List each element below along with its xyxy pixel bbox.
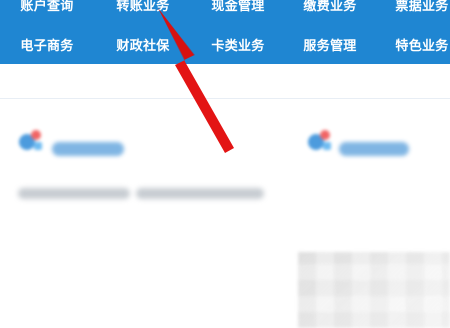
red-arrow-pointer-icon bbox=[158, 8, 234, 153]
nav-item-bill-service[interactable]: 票据业务 bbox=[383, 0, 450, 32]
page: 账户查询 转账业务 现金管理 缴费业务 票据业务 电子商务 财政社保 卡类业务 … bbox=[0, 0, 450, 328]
service-card-icon-right[interactable] bbox=[305, 125, 335, 157]
service-card-icon-left[interactable] bbox=[16, 125, 46, 157]
nav-item-account-query[interactable]: 账户查询 bbox=[8, 0, 86, 32]
blurred-service-label-right[interactable] bbox=[339, 142, 409, 156]
pixelated-image-region bbox=[298, 252, 450, 328]
blurred-service-label-left[interactable] bbox=[52, 142, 124, 156]
blurred-description-part-1 bbox=[18, 188, 130, 199]
nav-item-payment-service[interactable]: 缴费业务 bbox=[291, 0, 369, 32]
blurred-description-part-2 bbox=[136, 188, 264, 199]
